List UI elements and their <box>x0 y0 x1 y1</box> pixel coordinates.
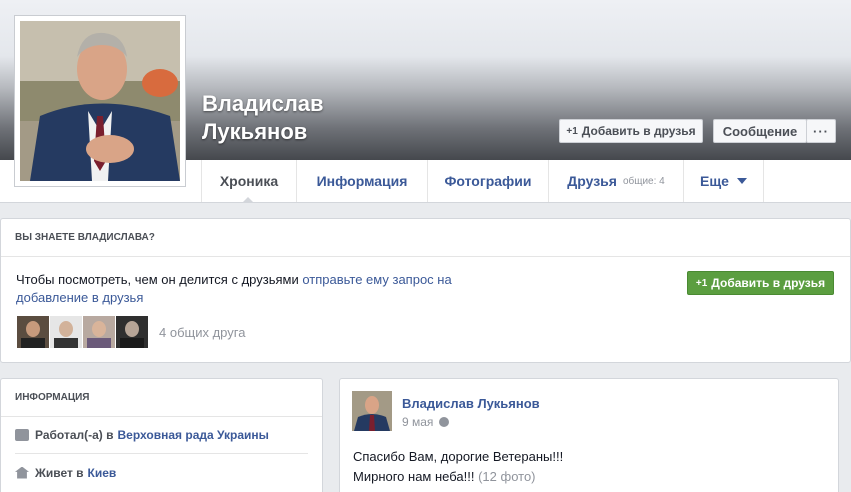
mutual-friend-avatar[interactable] <box>50 316 82 348</box>
add-friend-icon: +1 <box>566 125 578 137</box>
post-author-name[interactable]: Владислав Лукьянов <box>402 396 540 411</box>
more-options-button[interactable]: ··· <box>806 119 836 143</box>
info-row-home: Живет в Киев <box>15 454 308 491</box>
briefcase-icon <box>15 429 29 441</box>
know-panel-header: ВЫ ЗНАЕТЕ ВЛАДИСЛАВА? <box>1 219 850 257</box>
info-panel: ИНФОРМАЦИЯ Работал(-а) в Верховная рада … <box>0 378 323 492</box>
home-icon <box>15 466 29 479</box>
profile-name-line2: Лукьянов <box>202 119 308 144</box>
post-text-line1: Спасибо Вам, дорогие Ветераны!!! <box>353 449 564 464</box>
post-text: Спасибо Вам, дорогие Ветераны!!! Мирного… <box>353 447 563 487</box>
know-person-panel: ВЫ ЗНАЕТЕ ВЛАДИСЛАВА? Чтобы посмотреть, … <box>0 218 851 363</box>
know-panel-text: Чтобы посмотреть, чем он делится с друзь… <box>16 271 526 307</box>
chevron-down-icon <box>736 178 747 184</box>
tab-timeline[interactable]: Хроника <box>201 160 296 202</box>
info-row-work: Работал(-а) в Верховная рада Украины <box>15 417 308 454</box>
post-photo-count[interactable]: (12 фото) <box>478 469 535 484</box>
message-button[interactable]: Сообщение <box>713 119 807 143</box>
info-work-prefix: Работал(-а) в <box>35 428 114 442</box>
message-label: Сообщение <box>722 123 798 139</box>
add-friend-icon: +1 <box>695 277 708 289</box>
add-friend-button[interactable]: +1 Добавить в друзья <box>559 119 703 143</box>
workplace-link[interactable]: Верховная рада Украины <box>118 428 269 442</box>
mutual-friend-avatar[interactable] <box>116 316 148 348</box>
tab-timeline-label: Хроника <box>219 173 279 189</box>
post-author-avatar[interactable] <box>352 391 392 431</box>
profile-name[interactable]: Владислав Лукьянов <box>202 90 324 146</box>
timeline-post: Владислав Лукьянов 9 мая Спасибо Вам, до… <box>339 378 839 492</box>
profile-cover: Владислав Лукьянов +1 Добавить в друзья … <box>0 0 851 203</box>
add-friend-label: Добавить в друзья <box>581 124 696 138</box>
add-friend-green-button[interactable]: +1 Добавить в друзья <box>687 271 834 295</box>
info-home-prefix: Живет в <box>35 465 84 480</box>
tab-friends-count: общие: 4 <box>622 175 665 187</box>
profile-name-line1: Владислав <box>202 91 324 116</box>
mutual-friend-avatar[interactable] <box>17 316 49 348</box>
tab-more-label: Еще <box>700 173 729 189</box>
city-link[interactable]: Киев <box>88 466 117 480</box>
profile-picture[interactable] <box>14 15 186 187</box>
post-meta: 9 мая <box>402 415 450 429</box>
mutual-friends-count[interactable]: 4 общих друга <box>159 325 245 340</box>
mutual-friend-avatar[interactable] <box>83 316 115 348</box>
globe-icon <box>439 417 450 427</box>
know-panel-description: Чтобы посмотреть, чем он делится с друзь… <box>16 272 299 287</box>
tab-friends[interactable]: Друзья общие: 4 <box>548 160 683 202</box>
tab-more[interactable]: Еще <box>683 160 764 202</box>
add-friend-green-label: Добавить в друзья <box>711 276 826 290</box>
tab-friends-label: Друзья <box>567 173 617 189</box>
more-options-icon: ··· <box>813 123 829 139</box>
tab-info[interactable]: Информация <box>296 160 427 202</box>
tab-photos[interactable]: Фотографии <box>427 160 548 202</box>
info-panel-header: ИНФОРМАЦИЯ <box>1 379 322 417</box>
active-tab-indicator <box>242 197 254 203</box>
tab-photos-label: Фотографии <box>444 173 532 189</box>
profile-tabs: Хроника Информация Фотографии Друзья общ… <box>201 160 764 202</box>
profile-photo-image <box>20 21 180 181</box>
tab-info-label: Информация <box>316 173 408 189</box>
mutual-friends: 4 общих друга <box>17 316 245 348</box>
post-date[interactable]: 9 мая <box>402 415 433 429</box>
post-text-line2-body: Мирного нам неба!!! <box>353 469 475 484</box>
post-text-line2: Мирного нам неба!!! (12 фото) <box>353 467 563 487</box>
